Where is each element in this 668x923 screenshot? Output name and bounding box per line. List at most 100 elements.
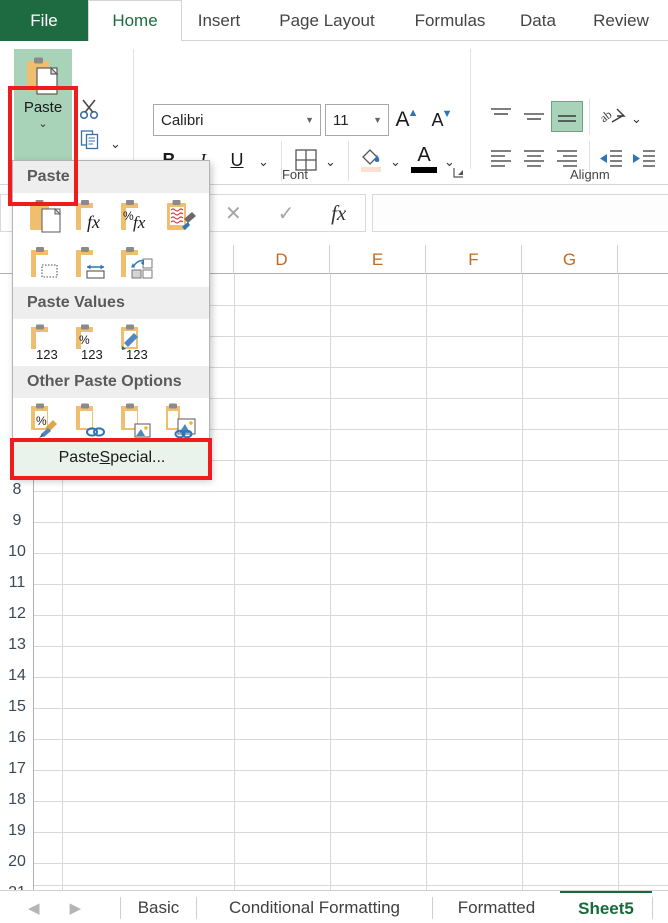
font-dialog-launcher[interactable] — [452, 166, 466, 185]
top-align-button[interactable] — [487, 104, 515, 135]
paste-special-menu-item[interactable]: Paste Special... — [13, 439, 211, 477]
cut-button[interactable] — [78, 97, 102, 126]
paste-formatting-only-icon[interactable]: % — [29, 403, 64, 440]
bottom-align-button[interactable] — [551, 101, 583, 132]
paste-formulas-number-formatting-icon[interactable]: % fx — [119, 198, 154, 235]
column-header-F[interactable]: F — [426, 245, 522, 274]
column-header-G[interactable]: G — [522, 245, 618, 274]
row-header-20: 20 — [0, 846, 34, 877]
grid-line-h — [34, 522, 668, 523]
grid-line-h — [34, 584, 668, 585]
paste-button[interactable]: Paste ⌄ — [14, 49, 72, 163]
font-color-swatch — [411, 167, 437, 173]
grid-line-h — [34, 553, 668, 554]
paste-linked-picture-icon[interactable] — [164, 403, 199, 440]
paste-no-borders-icon[interactable] — [29, 245, 64, 282]
decrease-font-size-button[interactable]: A ▼ — [428, 105, 458, 135]
column-header-D[interactable]: D — [234, 245, 330, 274]
shrink-font-arrow-icon: ▼ — [441, 108, 453, 120]
tab-review[interactable]: Review — [574, 0, 668, 41]
font-name-input[interactable]: Calibri ▼ — [153, 104, 321, 136]
svg-text:fx: fx — [87, 212, 100, 232]
grid-line-h — [34, 677, 668, 678]
grid-line-h — [34, 615, 668, 616]
tab-data-label: Data — [520, 10, 556, 30]
tab-data[interactable]: Data — [502, 0, 574, 41]
font-size-chevron-down-icon[interactable]: ▼ — [373, 115, 388, 125]
formula-input[interactable] — [372, 194, 668, 232]
fill-color-button[interactable] — [358, 146, 384, 179]
tab-file-label: File — [30, 10, 58, 30]
column-header-D-label: D — [275, 249, 288, 269]
row-header-20-label: 20 — [8, 852, 26, 870]
column-header-E[interactable]: E — [330, 245, 426, 274]
sheet-tab-basic[interactable]: Basic — [121, 891, 196, 923]
column-header-H[interactable] — [618, 245, 668, 274]
grid-line-v — [618, 274, 619, 890]
column-header-F-label: F — [468, 249, 479, 269]
increase-font-size-button[interactable]: A ▲ — [393, 105, 423, 135]
paste-formatting-icon[interactable] — [164, 198, 199, 235]
sheet-tab-formatted[interactable]: Formatted — [433, 891, 560, 923]
scissors-icon — [79, 99, 99, 120]
row-header-13-label: 13 — [8, 635, 26, 653]
grid-line-v — [234, 274, 235, 890]
enter-formula-button[interactable]: ✓ — [260, 201, 313, 226]
grid-line-h — [34, 863, 668, 864]
paste-dropdown-menu: Paste fx % fx Paste Values 123 % 123 123… — [12, 160, 211, 478]
orientation-button[interactable]: ab — [597, 103, 628, 136]
paste-section-icon-row-1: fx % fx — [13, 193, 209, 240]
font-name-chevron-down-icon[interactable]: ▼ — [305, 115, 320, 125]
paste-special-label-prefix: Paste — [58, 449, 100, 466]
tab-insert[interactable]: Insert — [182, 0, 256, 41]
orientation-chevron-down-icon[interactable]: ⌄ — [631, 111, 642, 127]
paste-values-icon[interactable]: 123 — [29, 324, 64, 362]
sheet-next-arrow-icon[interactable]: ▶ — [70, 899, 82, 917]
paste-link-icon[interactable] — [74, 403, 109, 440]
row-header-17: 17 — [0, 753, 34, 784]
tab-home-label: Home — [112, 11, 158, 30]
sheet-tab-sheet5[interactable]: Sheet5 — [560, 891, 652, 923]
paste-section-header: Paste — [13, 161, 209, 193]
paste-dropdown-caret[interactable]: ⌄ — [38, 119, 47, 130]
svg-text:123: 123 — [81, 347, 103, 361]
row-header-17-label: 17 — [8, 759, 26, 777]
copy-button[interactable] — [80, 129, 102, 156]
sheet-tab-conditional-formatting[interactable]: Conditional Formatting — [197, 891, 432, 923]
paste-picture-icon[interactable] — [119, 403, 154, 440]
paste-transpose-icon[interactable] — [119, 245, 154, 282]
paste-all-icon[interactable] — [29, 198, 64, 235]
fill-color-icon — [361, 149, 381, 172]
svg-text:ab: ab — [598, 107, 614, 125]
align-center-button[interactable] — [520, 145, 548, 178]
tab-formulas[interactable]: Formulas — [398, 0, 502, 41]
paste-values-number-formatting-icon[interactable]: % 123 — [74, 324, 109, 362]
row-header-12-label: 12 — [8, 604, 26, 622]
tab-file[interactable]: File — [0, 0, 88, 41]
paste-special-label-suffix: pecial... — [110, 449, 166, 466]
cancel-formula-button[interactable]: ✕ — [207, 201, 260, 226]
row-header-10: 10 — [0, 536, 34, 567]
tab-home[interactable]: Home — [88, 0, 182, 41]
paste-formulas-icon[interactable]: fx — [74, 198, 109, 235]
row-header-19: 19 — [0, 815, 34, 846]
tab-page-layout[interactable]: Page Layout — [256, 0, 398, 41]
insert-function-button[interactable]: fx — [312, 201, 365, 226]
middle-align-icon — [524, 113, 544, 120]
row-header-15: 15 — [0, 691, 34, 722]
paste-values-source-formatting-icon[interactable]: 123 — [119, 324, 154, 362]
copy-dropdown-caret[interactable]: ⌄ — [110, 136, 121, 152]
svg-text:%: % — [36, 414, 47, 428]
fill-color-chevron-down-icon[interactable]: ⌄ — [390, 154, 401, 170]
column-header-E-label: E — [371, 249, 384, 269]
sheet-prev-arrow-icon[interactable]: ◀ — [28, 899, 40, 917]
font-color-button[interactable]: A — [412, 142, 436, 168]
align-left-icon — [491, 150, 511, 167]
paste-special-accel: S — [99, 449, 111, 466]
middle-align-button-outline[interactable] — [520, 104, 548, 135]
paste-keep-column-widths-icon[interactable] — [74, 245, 109, 282]
font-size-value: 11 — [333, 111, 349, 129]
row-header-15-label: 15 — [8, 697, 26, 715]
font-size-input[interactable]: 11 ▼ — [325, 104, 389, 136]
align-left-button[interactable] — [487, 145, 515, 178]
